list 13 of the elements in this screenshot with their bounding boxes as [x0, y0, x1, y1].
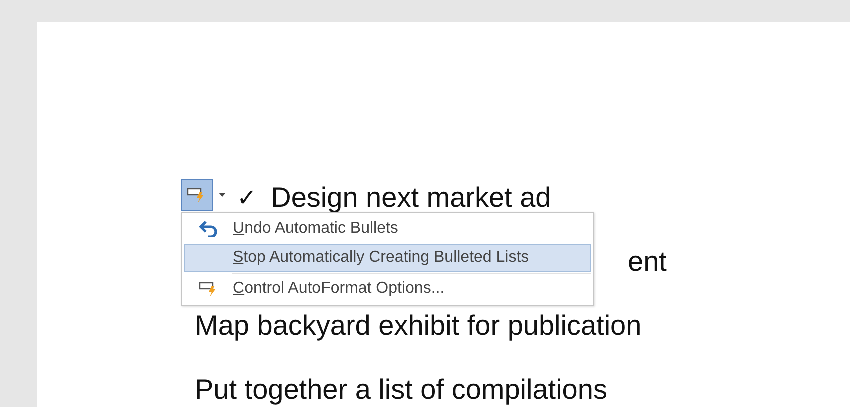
document-text: Map backyard exhibit for publication — [195, 310, 642, 342]
autoformat-icon — [187, 186, 207, 202]
document-text: Put together a list of compilations — [195, 374, 608, 406]
document-text: ent — [628, 246, 667, 278]
autoformat-icon — [199, 281, 219, 297]
autoformat-options-button[interactable] — [181, 178, 213, 210]
check-mark-bullet: ✓ — [237, 184, 258, 212]
document-text: Design next market ad — [271, 182, 552, 214]
menu-item[interactable]: Stop Automatically Creating Bulleted Lists — [184, 244, 591, 272]
menu-item[interactable]: Undo Automatic Bullets — [184, 215, 591, 243]
undo-icon — [199, 221, 219, 237]
caret-icon — [218, 192, 226, 196]
menu-item[interactable]: Control AutoFormat Options... — [184, 275, 591, 303]
